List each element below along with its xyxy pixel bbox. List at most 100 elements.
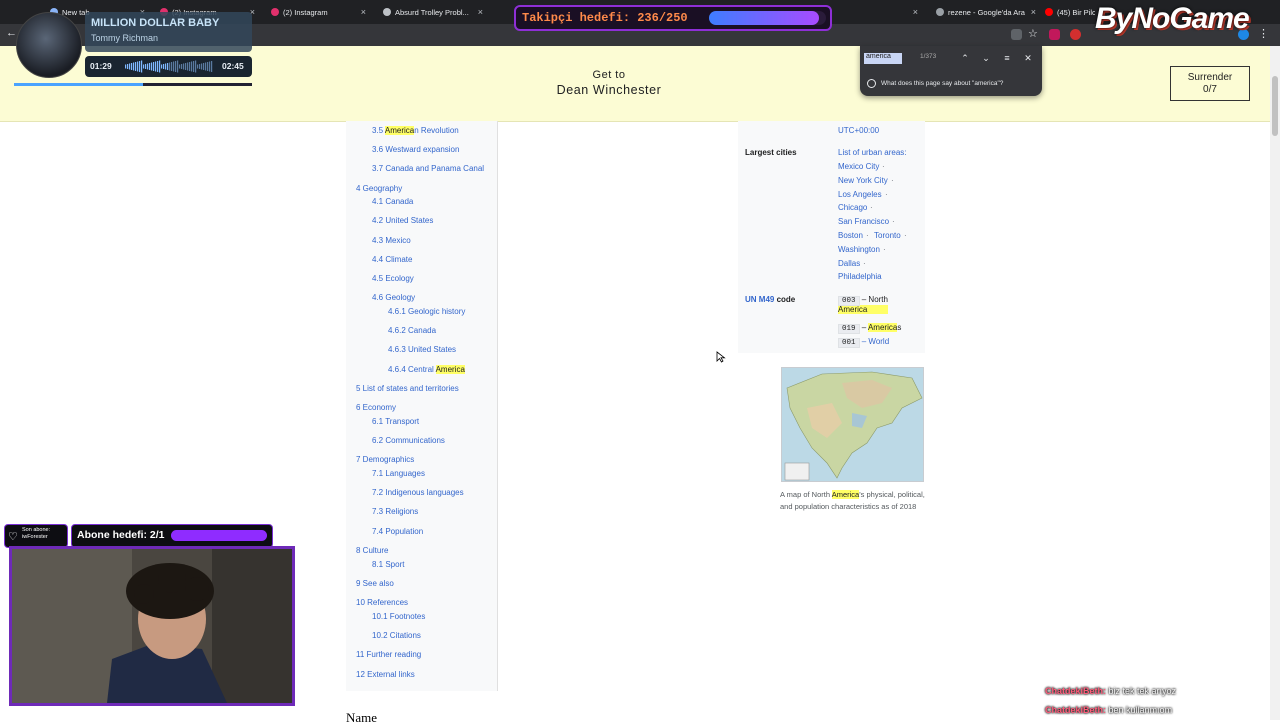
un-m49-link[interactable]: UN M49 [745, 295, 774, 304]
city-link[interactable]: Los Angeles [838, 190, 882, 199]
music-title: MILLION DOLLAR BABY [91, 17, 220, 29]
tab-close-icon[interactable]: × [913, 7, 918, 17]
browser-tab[interactable]: Absurd Trolley Probl... × [383, 4, 483, 20]
chat-username: ChatdekiBeth: [1045, 705, 1107, 715]
toc-link[interactable]: 3.5 American Revolution [372, 126, 459, 135]
toc-link-text: 4.1 Canada [372, 197, 414, 206]
toc-link[interactable]: 4.3 Mexico [372, 236, 411, 245]
north-america-map-image[interactable] [781, 367, 924, 482]
city-link[interactable]: San Francisco [838, 217, 889, 226]
last-sub-text: Son abone: iwForester [22, 527, 50, 540]
tab-close-icon[interactable]: × [1031, 7, 1036, 17]
translate-icon[interactable] [1011, 29, 1022, 40]
follower-goal-fill [709, 11, 820, 25]
toc-link[interactable]: 6.2 Communications [372, 436, 445, 445]
toc-link[interactable]: 7.1 Languages [372, 469, 425, 478]
toc-link[interactable]: 6.1 Transport [372, 417, 419, 426]
tab-favicon-icon [936, 8, 944, 16]
toc-link-text: 6.2 Communications [372, 436, 445, 445]
city-link[interactable]: Toronto [874, 231, 901, 240]
find-ask-ai[interactable]: What does this page say about "america"? [867, 79, 1003, 88]
city-link[interactable]: Dallas [838, 259, 860, 268]
toc-link[interactable]: 4.6.3 United States [388, 345, 456, 354]
tab-title: (45) Bir Pilot... [1057, 7, 1095, 17]
toc-link[interactable]: 10 References [356, 598, 408, 607]
toc-link[interactable]: 7.2 Indigenous languages [372, 488, 464, 497]
toc-link[interactable]: 4.1 Canada [372, 197, 413, 206]
sub-goal-bar [171, 530, 267, 541]
toc-link[interactable]: 12 External links [356, 670, 415, 679]
un-code-desc[interactable]: – World [860, 337, 889, 346]
find-options-icon[interactable]: ≡ [1000, 51, 1014, 65]
urban-areas-link[interactable]: List of urban areas: [838, 148, 906, 157]
tab-title: (2) Instagram [283, 7, 328, 17]
toc-link[interactable]: 11 Further reading [356, 650, 421, 659]
find-prev-icon[interactable]: ⌃ [958, 51, 972, 65]
browser-tab[interactable]: (2) Instagram × [271, 4, 366, 20]
largest-cities-label: Largest cities [745, 148, 797, 157]
page-scrollbar[interactable] [1270, 46, 1280, 720]
toc-link[interactable]: 4.6.1 Geologic history [388, 307, 465, 316]
un-code: 001 [838, 338, 860, 348]
find-next-icon[interactable]: ⌄ [979, 51, 993, 65]
city-link[interactable]: Washington [838, 245, 880, 254]
un-code-highlight[interactable]: America [867, 323, 898, 332]
toc-link-text: 3.6 Westward expansion [372, 145, 460, 154]
city-link[interactable]: New York City [838, 176, 888, 185]
city-link[interactable]: Boston [838, 231, 863, 240]
follower-goal-text: Takipçi hedefi: 236/250 [522, 11, 688, 25]
bookmark-star-icon[interactable]: ☆ [1028, 29, 1039, 40]
toc-link-text: 4.4 Climate [372, 255, 413, 264]
surrender-button[interactable]: Surrender 0/7 [1170, 66, 1250, 101]
un-m49-label: UN M49 code [745, 295, 795, 304]
city-link[interactable]: Mexico City [838, 162, 879, 171]
sub-goal-fill [171, 530, 267, 541]
find-match-count: 1/373 [920, 53, 937, 60]
toc-link[interactable]: 7 Demographics [356, 455, 414, 464]
toc-link[interactable]: 3.7 Canada and Panama Canal [372, 164, 484, 173]
toc-link[interactable]: 5 List of states and territories [356, 384, 459, 393]
toc-link-text: 7.1 Languages [372, 469, 425, 478]
browser-tab[interactable]: rezene - Google'da Ara × [936, 4, 1036, 20]
back-arrow-icon[interactable]: ← [6, 27, 17, 39]
toc-link-text: 4.6.1 Geologic history [388, 307, 466, 316]
toc-link[interactable]: 7.4 Population [372, 527, 423, 536]
toc-link[interactable]: 4.6 Geology [372, 293, 415, 302]
browser-tab[interactable]: (45) Bir Pilot...× [1045, 4, 1095, 20]
sparkle-icon [867, 79, 876, 88]
un-code-highlight[interactable]: America [838, 305, 888, 314]
timezone-link[interactable]: UTC+00:00 [838, 126, 879, 135]
toc-link[interactable]: 9 See also [356, 579, 394, 588]
toc-link[interactable]: 6 Economy [356, 403, 396, 412]
list-separator: · [866, 231, 869, 240]
toc-link[interactable]: 10.1 Footnotes [372, 612, 425, 621]
toc-link[interactable]: 4.2 United States [372, 216, 433, 225]
toc-link-text: 12 External links [356, 670, 415, 679]
toc-link[interactable]: 4.4 Climate [372, 255, 412, 264]
toc-link[interactable]: 3.6 Westward expansion [372, 145, 459, 154]
toc-link[interactable]: 4 Geography [356, 184, 402, 193]
find-input[interactable]: america [864, 53, 902, 64]
toc-link-highlight: America [435, 365, 465, 374]
un-m49-label-rest: code [774, 295, 796, 304]
tab-close-icon[interactable]: × [478, 7, 483, 17]
find-close-icon[interactable]: ✕ [1021, 51, 1035, 65]
tab-close-icon[interactable]: × [361, 7, 366, 17]
city-link[interactable]: Chicago [838, 203, 867, 212]
toc-link[interactable]: 7.3 Religions [372, 507, 418, 516]
toc-link-text: 4.3 Mexico [372, 236, 411, 245]
toc-link-text: 4 Geography [356, 184, 403, 193]
toc-link[interactable]: 4.6.2 Canada [388, 326, 436, 335]
toc-link-text: 4.6.2 Canada [388, 326, 437, 335]
toc-link[interactable]: 10.2 Citations [372, 631, 421, 640]
toc-link[interactable]: 8.1 Sport [372, 560, 404, 569]
extension-icon[interactable] [1070, 29, 1081, 40]
scrollbar-thumb[interactable] [1272, 76, 1278, 136]
chat-username: ChatdekiBeth: [1045, 686, 1107, 696]
toc-link[interactable]: 4.5 Ecology [372, 274, 414, 283]
section-heading: Name [346, 710, 378, 725]
toc-link[interactable]: 4.6.4 Central America [388, 365, 465, 374]
extension-icon[interactable] [1049, 29, 1060, 40]
city-link[interactable]: Philadelphia [838, 272, 882, 281]
toc-link[interactable]: 8 Culture [356, 546, 388, 555]
